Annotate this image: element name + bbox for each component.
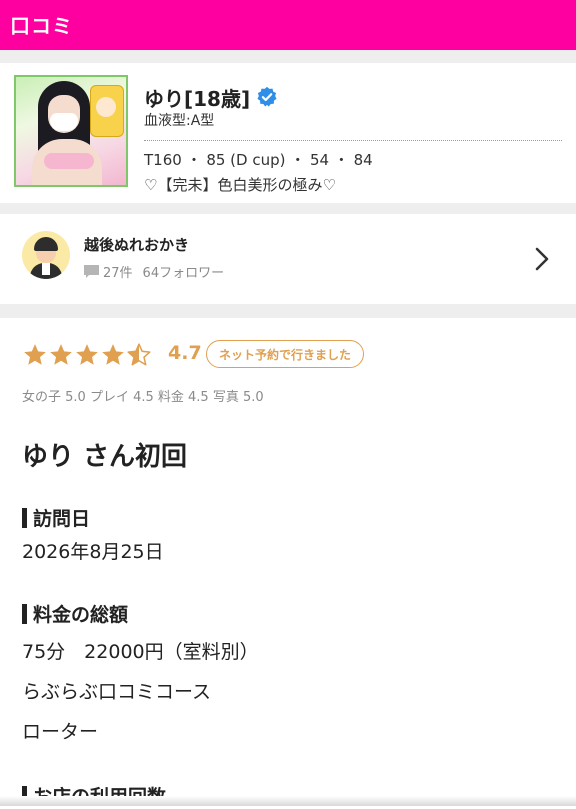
fee-heading: 料金の総額 (22, 600, 128, 627)
review-title: ゆり さん初回 (22, 442, 188, 472)
girl-name: ゆり[18歳] (144, 86, 251, 111)
star-full-icon (102, 344, 124, 365)
page-title: 口コミ (10, 14, 73, 38)
reviewer-row[interactable]: 越後ぬれおかき 27件 64フォロワー (0, 214, 576, 304)
avatar[interactable] (22, 231, 70, 279)
star-full-icon (24, 344, 46, 365)
star-full-icon (76, 344, 98, 365)
follower-count: 64フォロワー (142, 266, 225, 281)
chevron-right-icon[interactable] (534, 246, 550, 272)
body-stats: T160 ・ 85 (D cup) ・ 54 ・ 84 (144, 151, 373, 169)
overall-score: 4.7 (168, 342, 202, 364)
visit-date-heading: 訪問日 (22, 504, 90, 531)
blood-type: 血液型:A型 (144, 113, 215, 129)
fee-label: 料金の総額 (33, 604, 129, 626)
review-body: 4.7 ネット予約で行きました 女の子 5.0 プレイ 4.5 料金 4.5 写… (0, 318, 576, 808)
header-bar: 口コミ (0, 0, 576, 50)
divider (0, 50, 576, 63)
divider (0, 203, 576, 214)
heading-bar (22, 507, 27, 528)
divider (0, 304, 576, 318)
verified-badge-icon (257, 86, 277, 107)
review-count: 27件 (103, 266, 133, 281)
fee-line: 75分 22000円（室料別） (22, 641, 259, 663)
comment-icon (84, 265, 99, 278)
profile-card[interactable]: ゆり[18歳] 血液型:A型 T160 ・ 85 (D cup) ・ 54 ・ … (0, 63, 576, 203)
star-rating (22, 342, 152, 368)
visit-date-label: 訪問日 (33, 508, 91, 530)
star-full-icon (50, 344, 72, 365)
reviewer-name[interactable]: 越後ぬれおかき (84, 234, 189, 255)
heading-bar (22, 603, 27, 624)
fee-line: ローター (22, 721, 99, 743)
booking-badge: ネット予約で行きました (206, 340, 365, 368)
catchphrase: ♡【完未】色白美形の極み♡ (144, 176, 336, 194)
star-half-icon (127, 343, 151, 366)
dotted-divider (144, 140, 562, 141)
sub-scores: 女の子 5.0 プレイ 4.5 料金 4.5 写真 5.0 (22, 390, 264, 405)
scroll-shadow (0, 796, 576, 806)
reviewer-meta: 27件 64フォロワー (84, 262, 224, 281)
fee-line: らぶらぶ口コミコース (22, 681, 212, 703)
visit-date-value: 2026年8月25日 (22, 541, 164, 563)
girl-photo[interactable] (14, 75, 128, 187)
